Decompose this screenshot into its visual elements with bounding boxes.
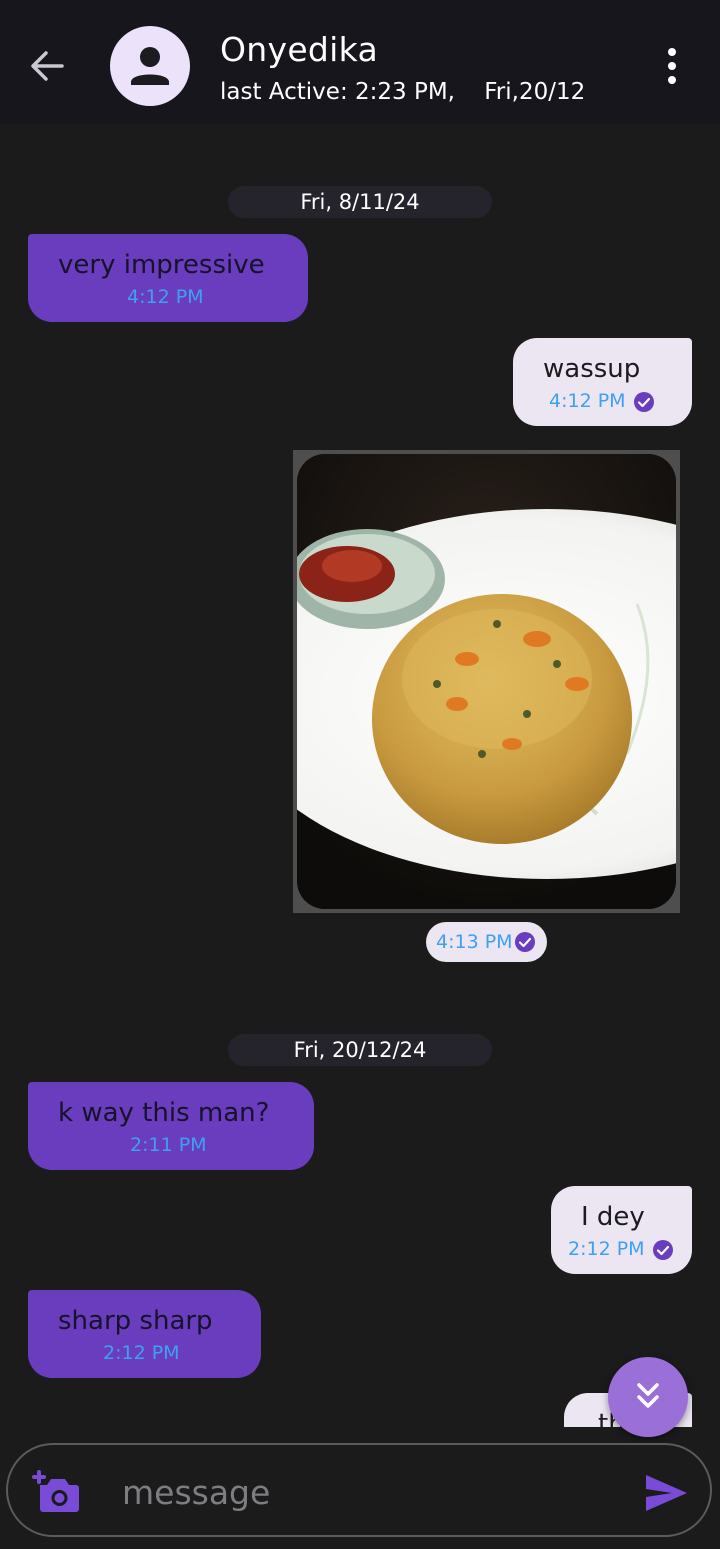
more-options-button[interactable] (656, 46, 688, 86)
read-check-icon (634, 392, 654, 412)
message-time: 2:12 PM (103, 1342, 180, 1364)
arrow-left-icon (31, 51, 64, 81)
message-text: sharp sharp (58, 1306, 213, 1336)
incoming-message[interactable]: sharp sharp 2:12 PM (28, 1290, 261, 1378)
message-text: wassup (543, 354, 641, 384)
outgoing-message[interactable]: wassup 4:12 PM (513, 338, 692, 426)
more-vert-icon (668, 48, 676, 84)
chat-app-bar: Onyedika last Active: 2:23 PM, Fri,20/12 (0, 0, 720, 124)
send-icon (646, 1475, 687, 1511)
read-check-icon (515, 932, 535, 952)
add-photo-button[interactable] (30, 1467, 82, 1515)
incoming-message[interactable]: k way this man? 2:11 PM (28, 1082, 314, 1170)
send-button[interactable] (642, 1471, 690, 1515)
double-chevron-down-icon (637, 1383, 659, 1408)
message-time: 4:12 PM (127, 286, 204, 308)
food-photo (297, 454, 676, 909)
incoming-message[interactable]: very impressive 4:12 PM (28, 234, 308, 322)
message-text: k way this man? (58, 1098, 270, 1128)
contact-avatar[interactable] (110, 26, 190, 106)
image-time-chip: 4:13 PM (426, 922, 547, 962)
add-photo-icon (32, 1470, 79, 1512)
back-button[interactable] (26, 46, 70, 86)
last-active-status: last Active: 2:23 PM, Fri,20/12 (220, 79, 586, 105)
message-composer (6, 1443, 712, 1537)
date-separator: Fri, 8/11/24 (228, 186, 492, 218)
contact-name[interactable]: Onyedika (220, 30, 378, 69)
image-message[interactable] (293, 450, 680, 913)
person-icon (131, 47, 169, 85)
date-separator: Fri, 20/12/24 (228, 1034, 492, 1066)
message-time: 2:12 PM (568, 1238, 645, 1260)
outgoing-message[interactable]: I dey 2:12 PM (551, 1186, 692, 1274)
message-input[interactable] (120, 1465, 624, 1519)
message-time: 2:11 PM (130, 1134, 207, 1156)
scroll-to-bottom-button[interactable] (608, 1357, 688, 1437)
read-check-icon (653, 1240, 673, 1260)
message-text: I dey (581, 1202, 645, 1232)
message-text: very impressive (58, 250, 265, 280)
message-time: 4:13 PM (436, 931, 513, 953)
message-time: 4:12 PM (549, 390, 626, 412)
